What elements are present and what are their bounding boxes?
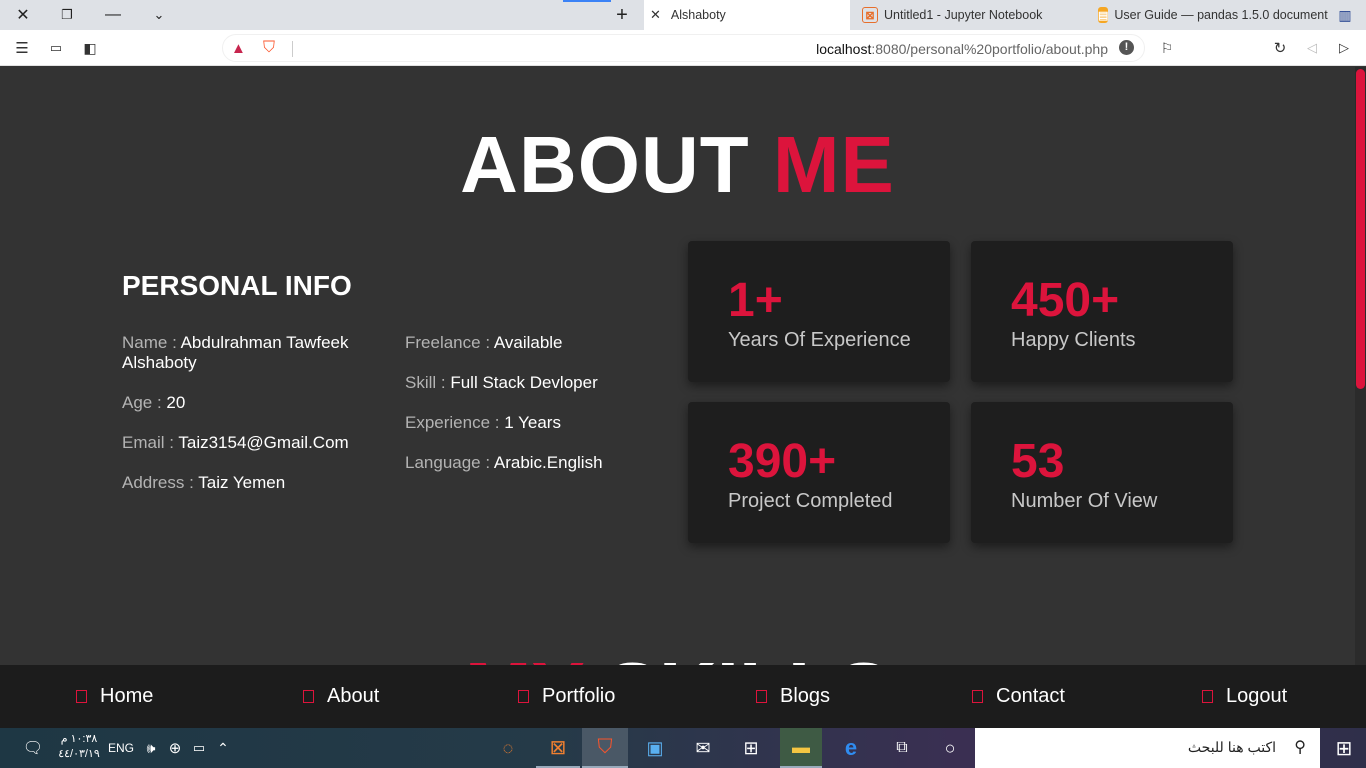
wallet-icon[interactable]: ▭ xyxy=(44,36,68,60)
stat-label: Project Completed xyxy=(728,490,893,512)
stat-number: 390+ xyxy=(728,435,837,488)
home-icon xyxy=(76,690,87,703)
stat-card-experience: 1+ Years Of Experience xyxy=(688,241,950,382)
browser-tab-bar: ✕ ❐ — ⌄ + ✕ Alshaboty ⊠ Untitled1 - Jupy… xyxy=(0,0,1366,30)
info-column-right: Freelance : Available Skill : Full Stack… xyxy=(405,333,655,493)
about-page: ABOUT ME PERSONAL INFO Name : Abdulrahma… xyxy=(0,67,1355,665)
network-icon[interactable]: ⊕ xyxy=(164,728,186,768)
url-text[interactable]: localhost:8080/personal%20portfolio/abou… xyxy=(816,41,1108,57)
nav-logout[interactable]: Logout xyxy=(1202,685,1287,708)
tab-title: Untitled1 - Jupyter Notebook xyxy=(884,8,1043,22)
info-row-experience: Experience : 1 Years xyxy=(405,413,561,432)
tab-title: Alshaboty xyxy=(670,8,726,22)
file-explorer-taskbar-icon[interactable]: ▬ xyxy=(780,728,822,768)
stat-number: 1+ xyxy=(728,274,783,327)
jupyter-taskbar-icon[interactable]: ◌ xyxy=(488,728,528,768)
info-icon[interactable]: ! xyxy=(1119,40,1134,55)
back-icon[interactable]: ◁ xyxy=(1300,36,1324,60)
menu-icon[interactable]: ☰ xyxy=(10,36,34,60)
clock-date: ٤٤/٠٣/١٩ xyxy=(58,748,100,760)
stat-label: Happy Clients xyxy=(1011,329,1136,351)
scroll-thumb[interactable] xyxy=(1356,69,1365,389)
portfolio-icon xyxy=(518,690,529,703)
address-divider xyxy=(292,41,293,57)
windows-start-icon[interactable]: ⊞ xyxy=(1322,728,1366,768)
control-panel-taskbar-icon[interactable]: ▣ xyxy=(632,728,678,768)
brave-shield-icon[interactable]: ⛉ xyxy=(263,39,275,57)
bottom-nav: Home About Portfolio Blogs Contact Logou… xyxy=(0,665,1366,728)
cortana-icon[interactable]: ○ xyxy=(928,728,972,768)
nav-portfolio[interactable]: Portfolio xyxy=(518,685,615,708)
new-tab-icon[interactable]: + xyxy=(599,0,645,30)
page-title: ABOUT ME xyxy=(0,119,1355,211)
logout-icon xyxy=(1202,690,1213,703)
info-row-email: Email : Taiz3154@Gmail.Com xyxy=(122,433,349,452)
book-icon: ▤ xyxy=(1098,7,1109,23)
chevron-up-icon[interactable]: ⌃ xyxy=(212,728,234,768)
search-icon: ⚲ xyxy=(1294,739,1306,756)
about-icon xyxy=(303,690,314,703)
reload-icon[interactable]: ↻ xyxy=(1268,36,1292,60)
taskbar-clock[interactable]: ١٠:٣٨ م ٤٤/٠٣/١٩ xyxy=(56,732,102,762)
info-row-address: Address : Taiz Yemen xyxy=(122,473,286,492)
browser-toolbar: ☰ ▭ ◧ ▲ ⛉ localhost:8080/personal%20port… xyxy=(0,30,1366,66)
stat-number: 450+ xyxy=(1011,274,1120,327)
clock-time: ١٠:٣٨ م xyxy=(60,733,98,745)
taskbar: 🗨 ١٠:٣٨ م ٤٤/٠٣/١٩ ENG 🕪 ⊕ ▭ ⌃ ◌ ⊠ ⛉ ▣ ✉… xyxy=(0,728,1366,768)
tab-pandas[interactable]: ▤ User Guide — pandas 1.5.0 documentati xyxy=(1092,0,1328,30)
battery-icon[interactable]: ▭ xyxy=(188,728,210,768)
search-placeholder: اكتب هنا للبحث xyxy=(1187,739,1276,755)
brave-taskbar-icon[interactable]: ⛉ xyxy=(582,728,628,768)
contact-icon xyxy=(972,690,983,703)
close-tab-icon[interactable]: ✕ xyxy=(650,7,661,23)
mail-taskbar-icon[interactable]: ✉ xyxy=(680,728,726,768)
xampp-icon: ⊠ xyxy=(862,7,878,23)
blogs-icon xyxy=(756,690,767,703)
bookmark-icon[interactable]: ⚐ xyxy=(1155,36,1179,60)
rewards-triangle-icon[interactable]: ▲ xyxy=(231,40,246,57)
close-window-icon[interactable]: ✕ xyxy=(0,0,46,30)
minimize-window-icon[interactable]: — xyxy=(90,0,136,30)
stat-number: 53 xyxy=(1011,435,1065,488)
stat-card-views: 53 Number Of View xyxy=(971,402,1233,543)
title-main: ABOUT xyxy=(460,120,773,209)
forward-icon[interactable]: ▷ xyxy=(1332,36,1356,60)
taskbar-search[interactable]: اكتب هنا للبحث ⚲ xyxy=(975,728,1320,768)
info-column-left: Name : Abdulrahman Tawfeek Alshaboty Age… xyxy=(122,333,372,513)
language-indicator[interactable]: ENG xyxy=(106,728,136,768)
nav-contact[interactable]: Contact xyxy=(972,685,1065,708)
stat-card-clients: 450+ Happy Clients xyxy=(971,241,1233,382)
sidebar-icon[interactable]: ◧ xyxy=(78,36,102,60)
stat-card-projects: 390+ Project Completed xyxy=(688,402,950,543)
edge-taskbar-icon[interactable]: e xyxy=(828,728,874,768)
title-accent: ME xyxy=(772,120,895,209)
store-taskbar-icon[interactable]: ⊞ xyxy=(728,728,774,768)
tab-jupyter[interactable]: ⊠ Untitled1 - Jupyter Notebook xyxy=(852,0,1090,30)
stat-label: Years Of Experience xyxy=(728,329,911,351)
info-row-skill: Skill : Full Stack Devloper xyxy=(405,373,598,392)
info-row-freelance: Freelance : Available xyxy=(405,333,563,352)
tab-title: User Guide — pandas 1.5.0 documentati xyxy=(1114,8,1328,22)
tab-list-chevron-icon[interactable]: ⌄ xyxy=(136,0,182,30)
xampp-taskbar-icon[interactable]: ⊠ xyxy=(536,728,580,768)
info-row-name: Name : Abdulrahman Tawfeek Alshaboty xyxy=(122,333,349,372)
nav-about[interactable]: About xyxy=(303,685,379,708)
personal-info-heading: PERSONAL INFO xyxy=(122,270,352,301)
restore-window-icon[interactable]: ❐ xyxy=(44,0,90,30)
app-logo-icon: ▥ xyxy=(1338,6,1352,23)
stat-label: Number Of View xyxy=(1011,490,1158,512)
nav-home[interactable]: Home xyxy=(76,685,153,708)
info-row-language: Language : Arabic.English xyxy=(405,453,603,472)
address-bar[interactable]: ▲ ⛉ localhost:8080/personal%20portfolio/… xyxy=(222,34,1145,62)
info-row-age: Age : 20 xyxy=(122,393,186,412)
notifications-icon[interactable]: 🗨 xyxy=(20,728,46,768)
task-view-icon[interactable]: ⧉ xyxy=(880,728,924,768)
skills-heading: MY SKILLS xyxy=(0,645,1355,665)
tab-alshaboty[interactable]: ✕ Alshaboty xyxy=(644,0,850,30)
volume-icon[interactable]: 🕪 xyxy=(140,728,162,768)
page-scrollbar[interactable] xyxy=(1355,67,1366,665)
nav-blogs[interactable]: Blogs xyxy=(756,685,830,708)
